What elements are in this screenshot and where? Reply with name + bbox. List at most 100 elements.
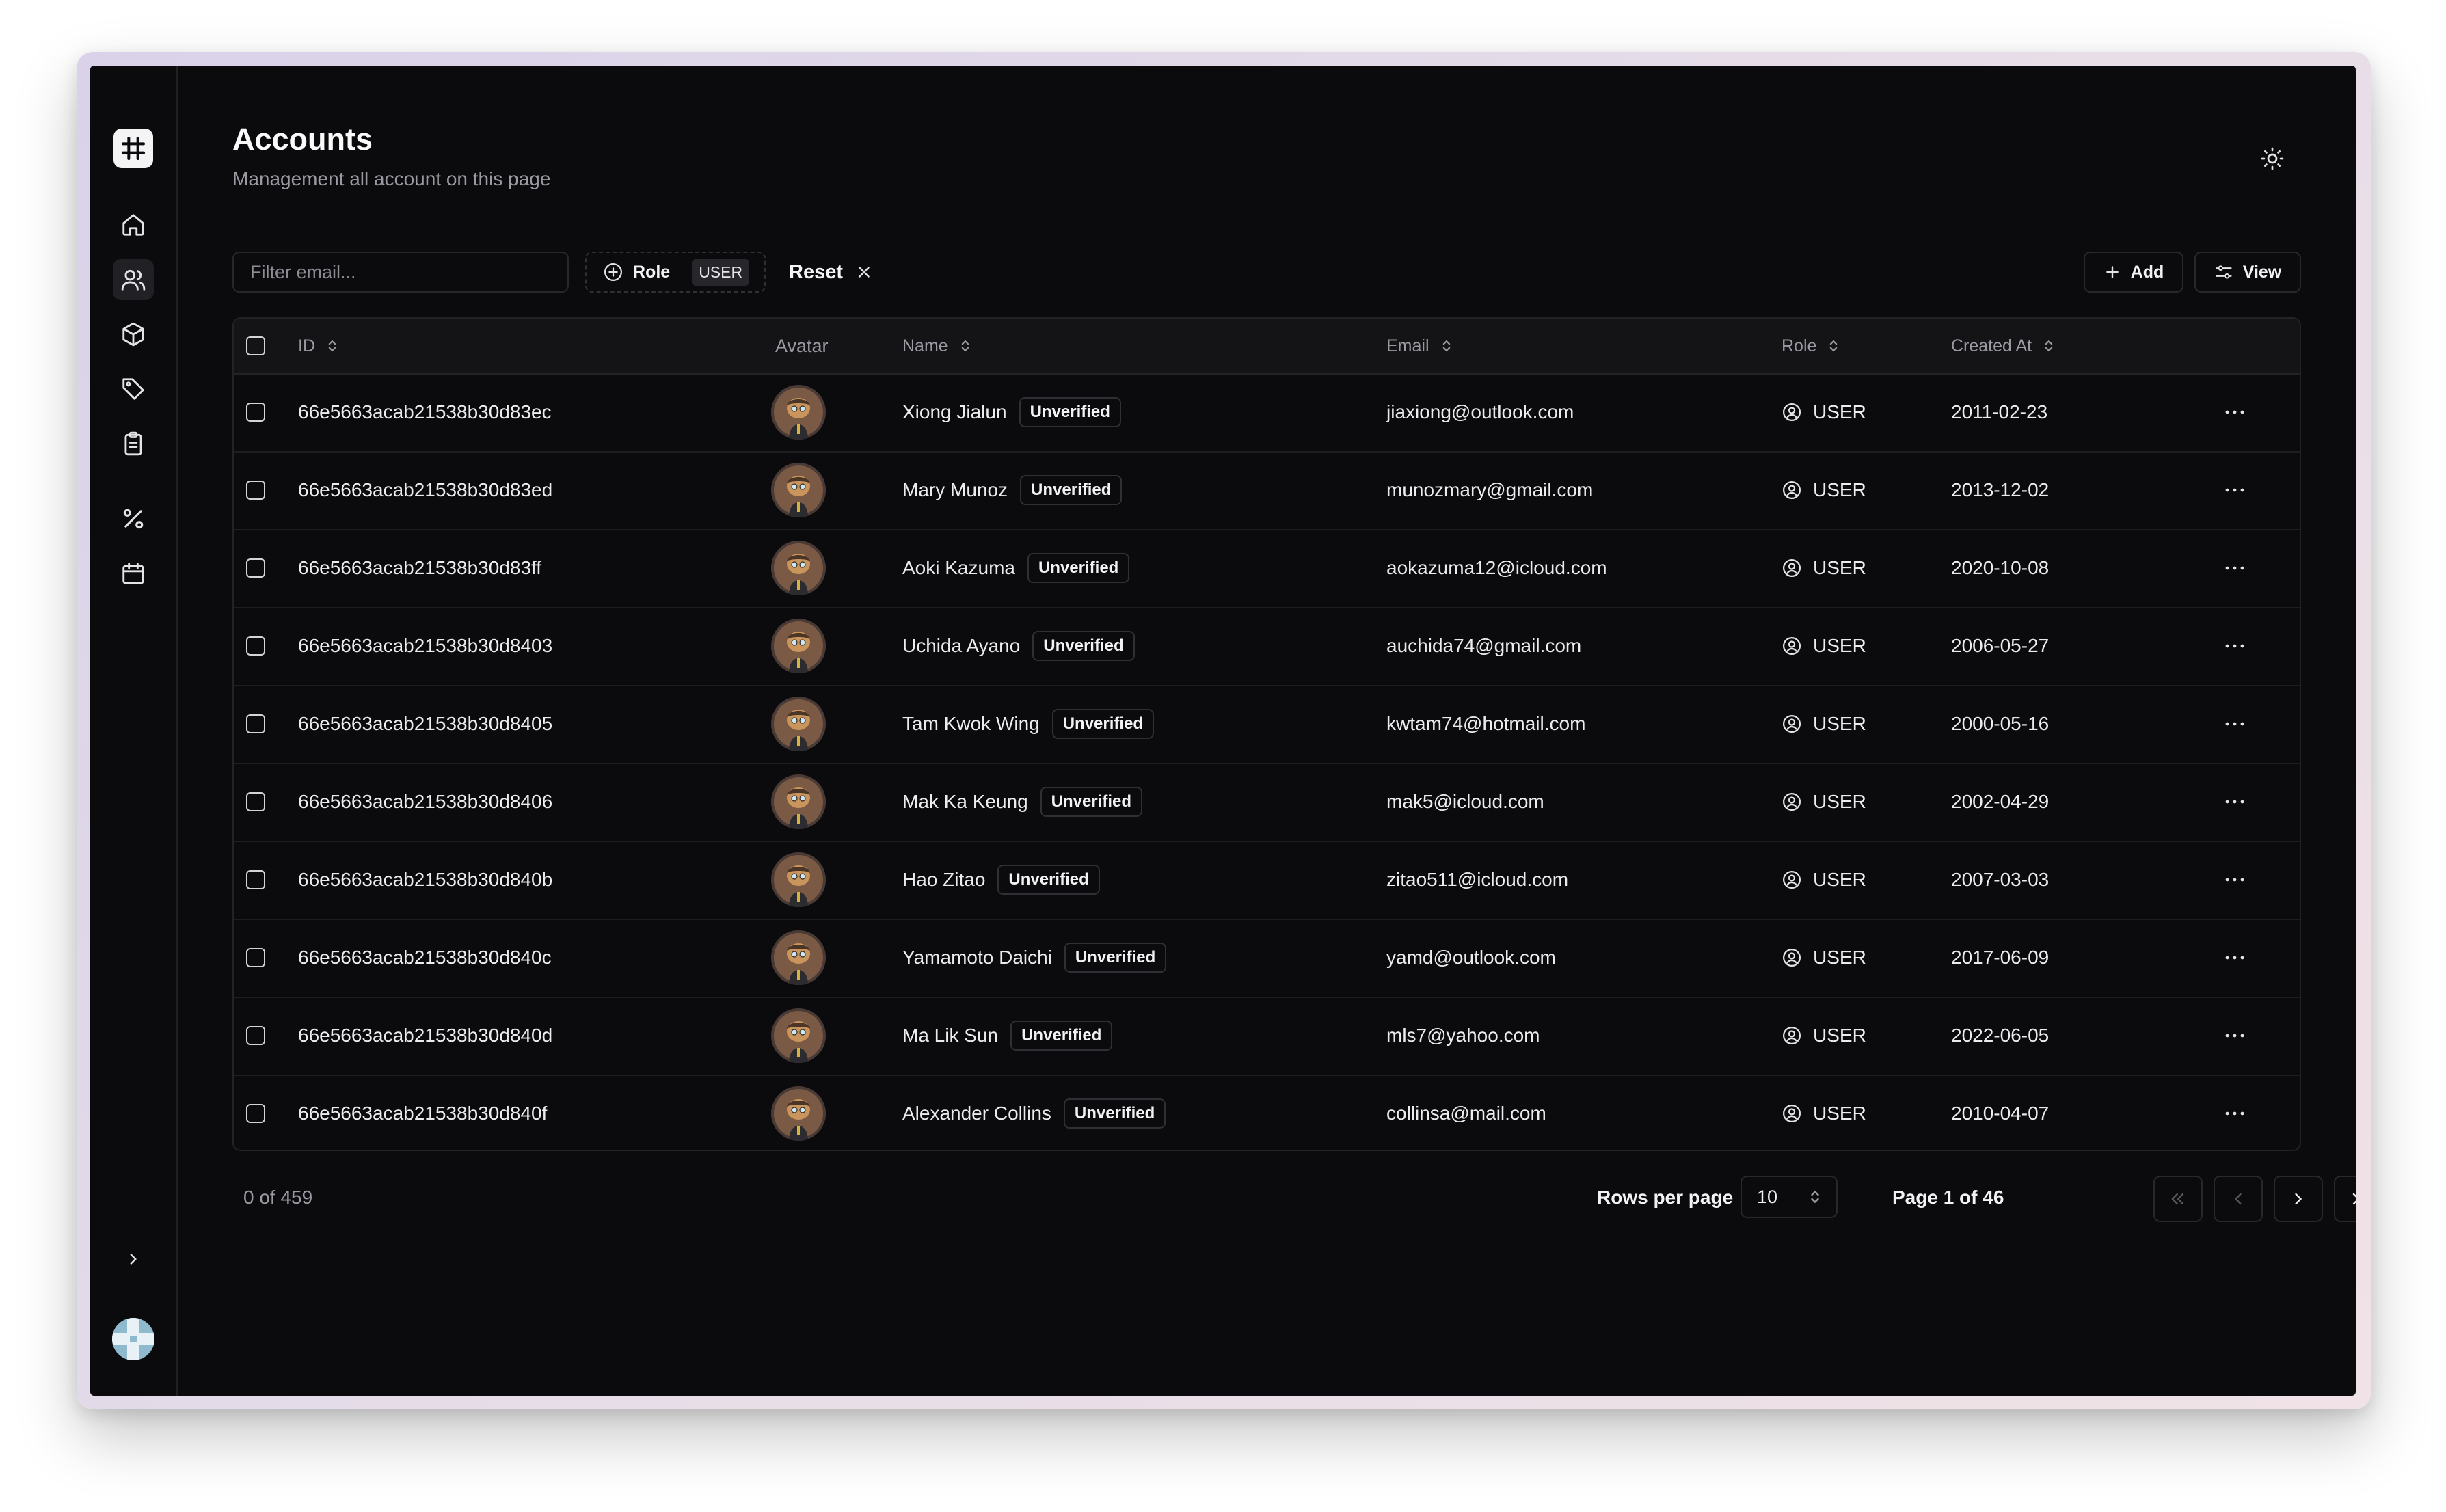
row-checkbox[interactable]	[246, 403, 265, 422]
add-account-button[interactable]: Add	[2084, 252, 2183, 293]
row-created-at: 2010-04-07	[1951, 1103, 2049, 1124]
row-name: Alexander Collins	[902, 1103, 1051, 1124]
table-row[interactable]: 66e5663acab21538b30d8405 Tam Kwok Wing Unv…	[234, 685, 2300, 764]
row-actions-button[interactable]	[2218, 395, 2252, 429]
table-row[interactable]: 66e5663acab21538b30d840c Yamamoto Daichi U…	[234, 919, 2300, 998]
row-actions-button[interactable]	[2218, 551, 2252, 585]
row-checkbox[interactable]	[246, 558, 265, 578]
sidebar-expand-button[interactable]	[120, 1245, 147, 1273]
row-avatar-cell	[771, 919, 826, 997]
row-name-cell: Xiong Jialun Unverified	[902, 373, 1121, 451]
sidebar-item-home[interactable]	[113, 204, 154, 245]
first-page-button[interactable]	[2153, 1176, 2203, 1222]
status-badge: Unverified	[1032, 631, 1135, 661]
row-checkbox[interactable]	[246, 948, 265, 967]
view-options-button[interactable]: View	[2194, 252, 2301, 293]
row-actions-button[interactable]	[2218, 941, 2252, 975]
row-name: Uchida Ayano	[902, 635, 1021, 656]
last-page-button[interactable]	[2334, 1176, 2356, 1222]
row-select-cell	[246, 997, 265, 1075]
user-circle-icon	[1782, 636, 1802, 656]
table-row[interactable]: 66e5663acab21538b30d840f Alexander Collin…	[234, 1075, 2300, 1150]
calendar-icon	[122, 563, 144, 584]
row-actions-cell	[2218, 607, 2252, 685]
avatar	[771, 774, 826, 829]
row-checkbox[interactable]	[246, 714, 265, 733]
table-row[interactable]: 66e5663acab21538b30d83ed Mary Munoz Unveri…	[234, 451, 2300, 530]
table-row[interactable]: 66e5663acab21538b30d840b Hao Zitao Unverif…	[234, 841, 2300, 920]
column-header-id-label: ID	[298, 336, 315, 355]
theme-toggle-button[interactable]	[2255, 141, 2290, 176]
row-email: yamd@outlook.com	[1386, 947, 1556, 968]
row-created-at: 2013-12-02	[1951, 479, 2049, 500]
tag-icon	[122, 378, 144, 400]
more-horizontal-icon	[2225, 1034, 2244, 1038]
row-actions-button[interactable]	[2218, 473, 2252, 507]
status-badge: Unverified	[1040, 787, 1143, 817]
role-filter-button[interactable]: Role USER	[585, 252, 766, 293]
row-actions-button[interactable]	[2218, 1096, 2252, 1131]
more-horizontal-icon	[2225, 410, 2244, 414]
column-header-name[interactable]: Name	[902, 319, 971, 373]
avatar-image-icon	[771, 774, 826, 829]
column-header-id[interactable]: ID	[298, 319, 338, 373]
status-badge: Unverified	[997, 865, 1100, 895]
row-checkbox[interactable]	[246, 481, 265, 500]
sidebar-item-discounts[interactable]	[113, 498, 154, 539]
row-checkbox[interactable]	[246, 1026, 265, 1045]
column-header-created-at[interactable]: Created At	[1951, 319, 2055, 373]
table-row[interactable]: 66e5663acab21538b30d840d Ma Lik Sun Unveri…	[234, 997, 2300, 1076]
table-row[interactable]: 66e5663acab21538b30d8403 Uchida Ayano Unve…	[234, 607, 2300, 686]
sidebar-item-orders[interactable]	[113, 423, 154, 464]
reset-filters-button[interactable]: Reset	[782, 252, 880, 293]
status-badge: Unverified	[1019, 397, 1121, 427]
email-filter-input[interactable]	[232, 252, 569, 293]
row-actions-button[interactable]	[2218, 785, 2252, 819]
sidebar	[90, 66, 178, 1396]
row-actions-button[interactable]	[2218, 1018, 2252, 1053]
row-checkbox[interactable]	[246, 1104, 265, 1123]
next-page-button[interactable]	[2274, 1176, 2323, 1222]
row-role: USER	[1813, 557, 1866, 578]
row-avatar-cell	[771, 763, 826, 841]
avatar-image-icon	[771, 541, 826, 595]
row-email: mls7@yahoo.com	[1386, 1025, 1540, 1046]
row-name: Mary Munoz	[902, 479, 1008, 500]
role-filter-value-badge: USER	[692, 258, 750, 286]
row-avatar-cell	[771, 841, 826, 919]
row-select-cell	[246, 919, 265, 997]
row-select-cell	[246, 607, 265, 685]
rows-per-page-select[interactable]: 10	[1741, 1176, 1838, 1218]
table-row[interactable]: 66e5663acab21538b30d83ec Xiong Jialun Unve…	[234, 373, 2300, 453]
more-horizontal-icon	[2225, 722, 2244, 726]
row-checkbox[interactable]	[246, 870, 265, 889]
row-actions-cell	[2218, 1075, 2252, 1150]
row-checkbox[interactable]	[246, 636, 265, 656]
view-label: View	[2242, 262, 2282, 282]
column-header-email[interactable]: Email	[1386, 319, 1453, 373]
previous-page-button[interactable]	[2214, 1176, 2263, 1222]
sidebar-item-calendar[interactable]	[113, 553, 154, 594]
plus-icon	[2106, 266, 2119, 278]
sort-icon	[1830, 340, 1838, 352]
sidebar-item-accounts[interactable]	[113, 259, 154, 300]
table-row[interactable]: 66e5663acab21538b30d83ff Aoki Kazuma Unver…	[234, 529, 2300, 608]
user-avatar[interactable]	[112, 1318, 154, 1360]
row-actions-button[interactable]	[2218, 629, 2252, 663]
row-actions-button[interactable]	[2218, 863, 2252, 897]
row-checkbox[interactable]	[246, 792, 265, 811]
percent-icon	[123, 509, 144, 529]
column-header-role[interactable]: Role	[1782, 319, 1840, 373]
chevron-right-icon	[2295, 1193, 2302, 1205]
row-actions-button[interactable]	[2218, 707, 2252, 741]
logo[interactable]	[113, 129, 153, 168]
row-email: jiaxiong@outlook.com	[1386, 401, 1574, 422]
select-all-checkbox[interactable]	[246, 336, 265, 355]
sidebar-item-tags[interactable]	[113, 368, 154, 409]
table-row[interactable]: 66e5663acab21538b30d8406 Mak Ka Keung Unve…	[234, 763, 2300, 842]
row-name-cell: Uchida Ayano Unverified	[902, 607, 1135, 685]
row-created-at: 2022-06-05	[1951, 1025, 2049, 1046]
sidebar-item-products[interactable]	[113, 314, 154, 355]
row-name: Mak Ka Keung	[902, 791, 1028, 812]
row-role: USER	[1813, 869, 1866, 890]
